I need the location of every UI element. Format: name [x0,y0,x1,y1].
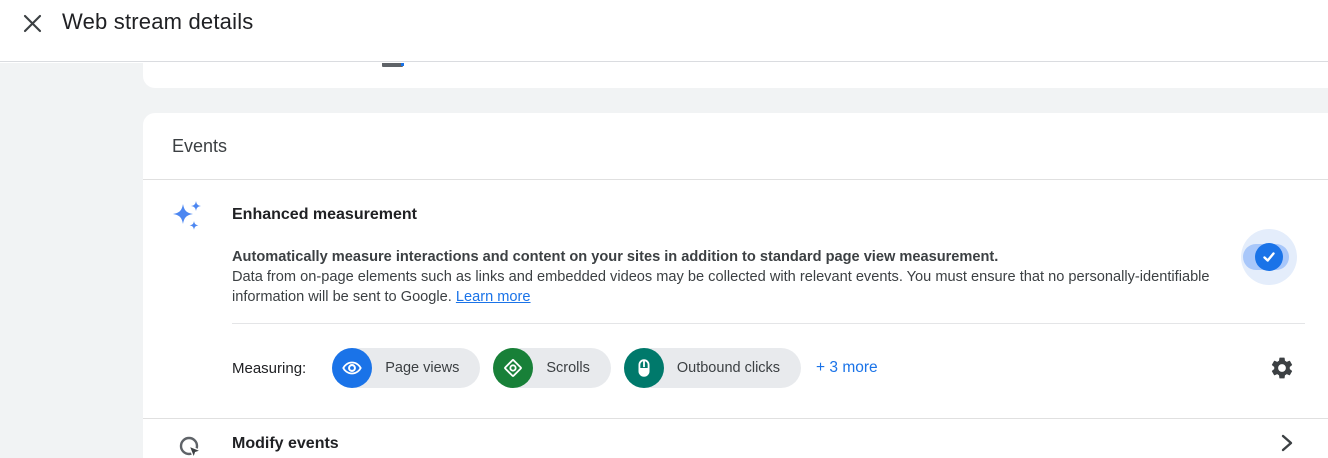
web-stream-details-panel: Events Enhanced measurement Automaticall… [0,0,1328,458]
modify-events-title[interactable]: Modify events [232,435,339,453]
events-section-title: Events [172,136,228,156]
measuring-row: Measuring: Page views Scrolls Outbound c… [232,348,1312,388]
checkmark-icon [1263,252,1275,262]
measuring-label: Measuring: [232,359,307,377]
ads-click-icon [179,436,204,458]
divider [232,323,1305,324]
scrolled-card-partial [143,63,1328,88]
top-app-bar: Web stream details [0,0,1328,62]
events-card: Events Enhanced measurement Automaticall… [143,113,1328,458]
close-icon[interactable] [18,9,46,37]
page-title: Web stream details [62,9,254,34]
gear-icon[interactable] [1269,355,1295,381]
description-bold-line: Automatically measure interactions and c… [232,249,999,265]
mouse-icon [623,348,664,388]
learn-more-link[interactable]: Learn more [456,289,531,305]
chip-label: Scrolls [546,360,590,376]
measurement-chips: Page views Scrolls Outbound clicks [332,348,802,388]
chip-label: Outbound clicks [676,360,781,376]
clipped-icon-fragment [382,63,404,67]
description-regular-text: Data from on-page elements such as links… [232,269,1210,305]
chip-label: Page views [385,360,460,376]
chevron-right-icon[interactable] [1277,433,1297,455]
dpad-icon [493,348,534,388]
toggle-thumb [1255,243,1283,271]
divider [143,179,1328,180]
enhanced-measurement-toggle[interactable] [1241,229,1297,285]
more-chips-link[interactable]: + 3 more [816,359,878,377]
chip-scrolls: Scrolls [493,348,611,388]
divider [143,418,1328,419]
enhanced-measurement-description: Automatically measure interactions and c… [232,247,1222,307]
sparkle-icon [173,201,201,230]
enhanced-measurement-title: Enhanced measurement [232,206,417,223]
eye-icon [332,348,373,388]
chip-outbound-clicks: Outbound clicks [623,348,802,388]
chip-page-views: Page views [332,348,481,388]
